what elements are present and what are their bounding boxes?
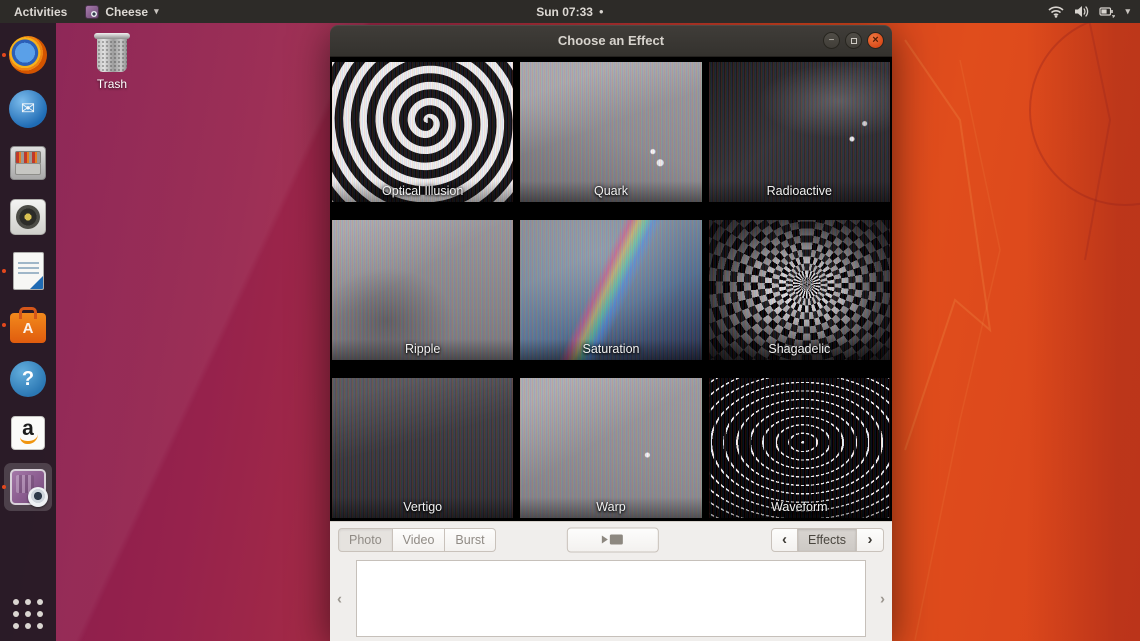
thunderbird-icon: ✉	[9, 90, 47, 128]
maximize-button[interactable]	[845, 32, 862, 49]
help-icon: ?	[10, 361, 46, 397]
effect-label: Waveform	[709, 497, 890, 518]
thumbnails-prev-button[interactable]: ‹	[337, 591, 342, 608]
effect-optical-illusion[interactable]: Optical Illusion	[332, 62, 513, 202]
effect-vertigo[interactable]: Vertigo	[332, 378, 513, 518]
effect-label: Shagadelic	[709, 339, 890, 360]
dock-item-ubuntu-software[interactable]: A	[0, 298, 56, 352]
thumbnail-strip[interactable]	[356, 560, 866, 637]
minimize-button[interactable]: −	[823, 32, 840, 49]
clock-menu[interactable]: Sun 07:33 ●	[536, 5, 604, 19]
effects-grid: Optical Illusion Quark Radioactive Rippl…	[330, 57, 892, 521]
trash-label: Trash	[86, 77, 138, 91]
chevron-down-icon: ▾	[154, 6, 159, 17]
effects-next-button[interactable]: ›	[857, 528, 884, 552]
titlebar[interactable]: Choose an Effect − ×	[330, 25, 892, 57]
maximize-icon	[851, 38, 857, 44]
running-indicator	[2, 269, 6, 273]
trash-icon	[97, 36, 127, 72]
battery-icon	[1099, 5, 1115, 18]
dock-item-thunderbird[interactable]: ✉	[0, 82, 56, 136]
app-menu-label: Cheese	[105, 5, 148, 19]
rhythmbox-icon	[10, 199, 46, 235]
effect-label: Optical Illusion	[332, 181, 513, 202]
running-indicator	[2, 53, 6, 57]
notification-dot-icon: ●	[599, 7, 604, 16]
dock: ✉ A ? a	[0, 23, 56, 641]
trash-desktop-icon[interactable]: Trash	[86, 36, 138, 91]
show-applications-button[interactable]	[13, 599, 43, 629]
thumbnails-next-button[interactable]: ›	[880, 591, 885, 608]
take-photo-button[interactable]	[567, 527, 659, 552]
dock-item-rhythmbox[interactable]	[0, 190, 56, 244]
effect-label: Saturation	[520, 339, 701, 360]
dock-item-cheese[interactable]	[0, 460, 56, 514]
effect-label: Vertigo	[332, 497, 513, 518]
cheese-window: Choose an Effect − × Optical Illusion Qu…	[330, 25, 892, 641]
activities-button[interactable]: Activities	[14, 5, 67, 19]
running-indicator	[2, 323, 6, 327]
close-button[interactable]: ×	[867, 32, 884, 49]
amazon-icon: a	[11, 416, 45, 450]
effects-prev-button[interactable]: ‹	[771, 528, 798, 552]
volume-icon	[1074, 5, 1089, 18]
camera-icon	[610, 535, 623, 545]
dock-item-files[interactable]	[0, 136, 56, 190]
dock-item-libreoffice-writer[interactable]	[0, 244, 56, 298]
effect-shagadelic[interactable]: Shagadelic	[709, 220, 890, 360]
files-icon	[10, 146, 46, 180]
effect-waveform[interactable]: Waveform	[709, 378, 890, 518]
effect-warp[interactable]: Warp	[520, 378, 701, 518]
thumbnail-area: ‹ ›	[330, 557, 892, 641]
running-indicator	[2, 485, 6, 489]
firefox-icon	[9, 36, 47, 74]
dock-item-help[interactable]: ?	[0, 352, 56, 406]
effect-label: Warp	[520, 497, 701, 518]
ubuntu-software-icon: A	[10, 313, 46, 343]
mode-switcher: Photo Video Burst	[338, 528, 496, 552]
top-bar: Activities Cheese ▾ Sun 07:33 ●	[0, 0, 1140, 23]
system-status-area[interactable]: ▾	[1048, 5, 1140, 18]
effects-toggle-button[interactable]: Effects	[798, 528, 857, 552]
burst-mode-button[interactable]: Burst	[445, 528, 495, 552]
effects-pager: ‹ Effects ›	[771, 528, 884, 552]
photo-mode-button[interactable]: Photo	[338, 528, 393, 552]
effect-label: Quark	[520, 181, 701, 202]
window-title: Choose an Effect	[558, 33, 664, 48]
effect-saturation[interactable]: Saturation	[520, 220, 701, 360]
cheese-app-icon	[85, 5, 99, 19]
ubuntu-desktop: Activities Cheese ▾ Sun 07:33 ●	[0, 0, 1140, 641]
effect-quark[interactable]: Quark	[520, 62, 701, 202]
cheese-toolbar: Photo Video Burst ‹ Effects ›	[330, 521, 892, 557]
effect-ripple[interactable]: Ripple	[332, 220, 513, 360]
effect-radioactive[interactable]: Radioactive	[709, 62, 890, 202]
dock-item-firefox[interactable]	[0, 28, 56, 82]
wifi-icon	[1048, 5, 1064, 18]
clock-label: Sun 07:33	[536, 5, 593, 19]
app-menu[interactable]: Cheese ▾	[85, 5, 158, 19]
dock-item-amazon[interactable]: a	[0, 406, 56, 460]
effect-label: Ripple	[332, 339, 513, 360]
cheese-icon	[10, 469, 46, 505]
chevron-down-icon: ▾	[1125, 6, 1130, 17]
effect-label: Radioactive	[709, 181, 890, 202]
libreoffice-writer-icon	[13, 252, 44, 290]
video-mode-button[interactable]: Video	[393, 528, 446, 552]
